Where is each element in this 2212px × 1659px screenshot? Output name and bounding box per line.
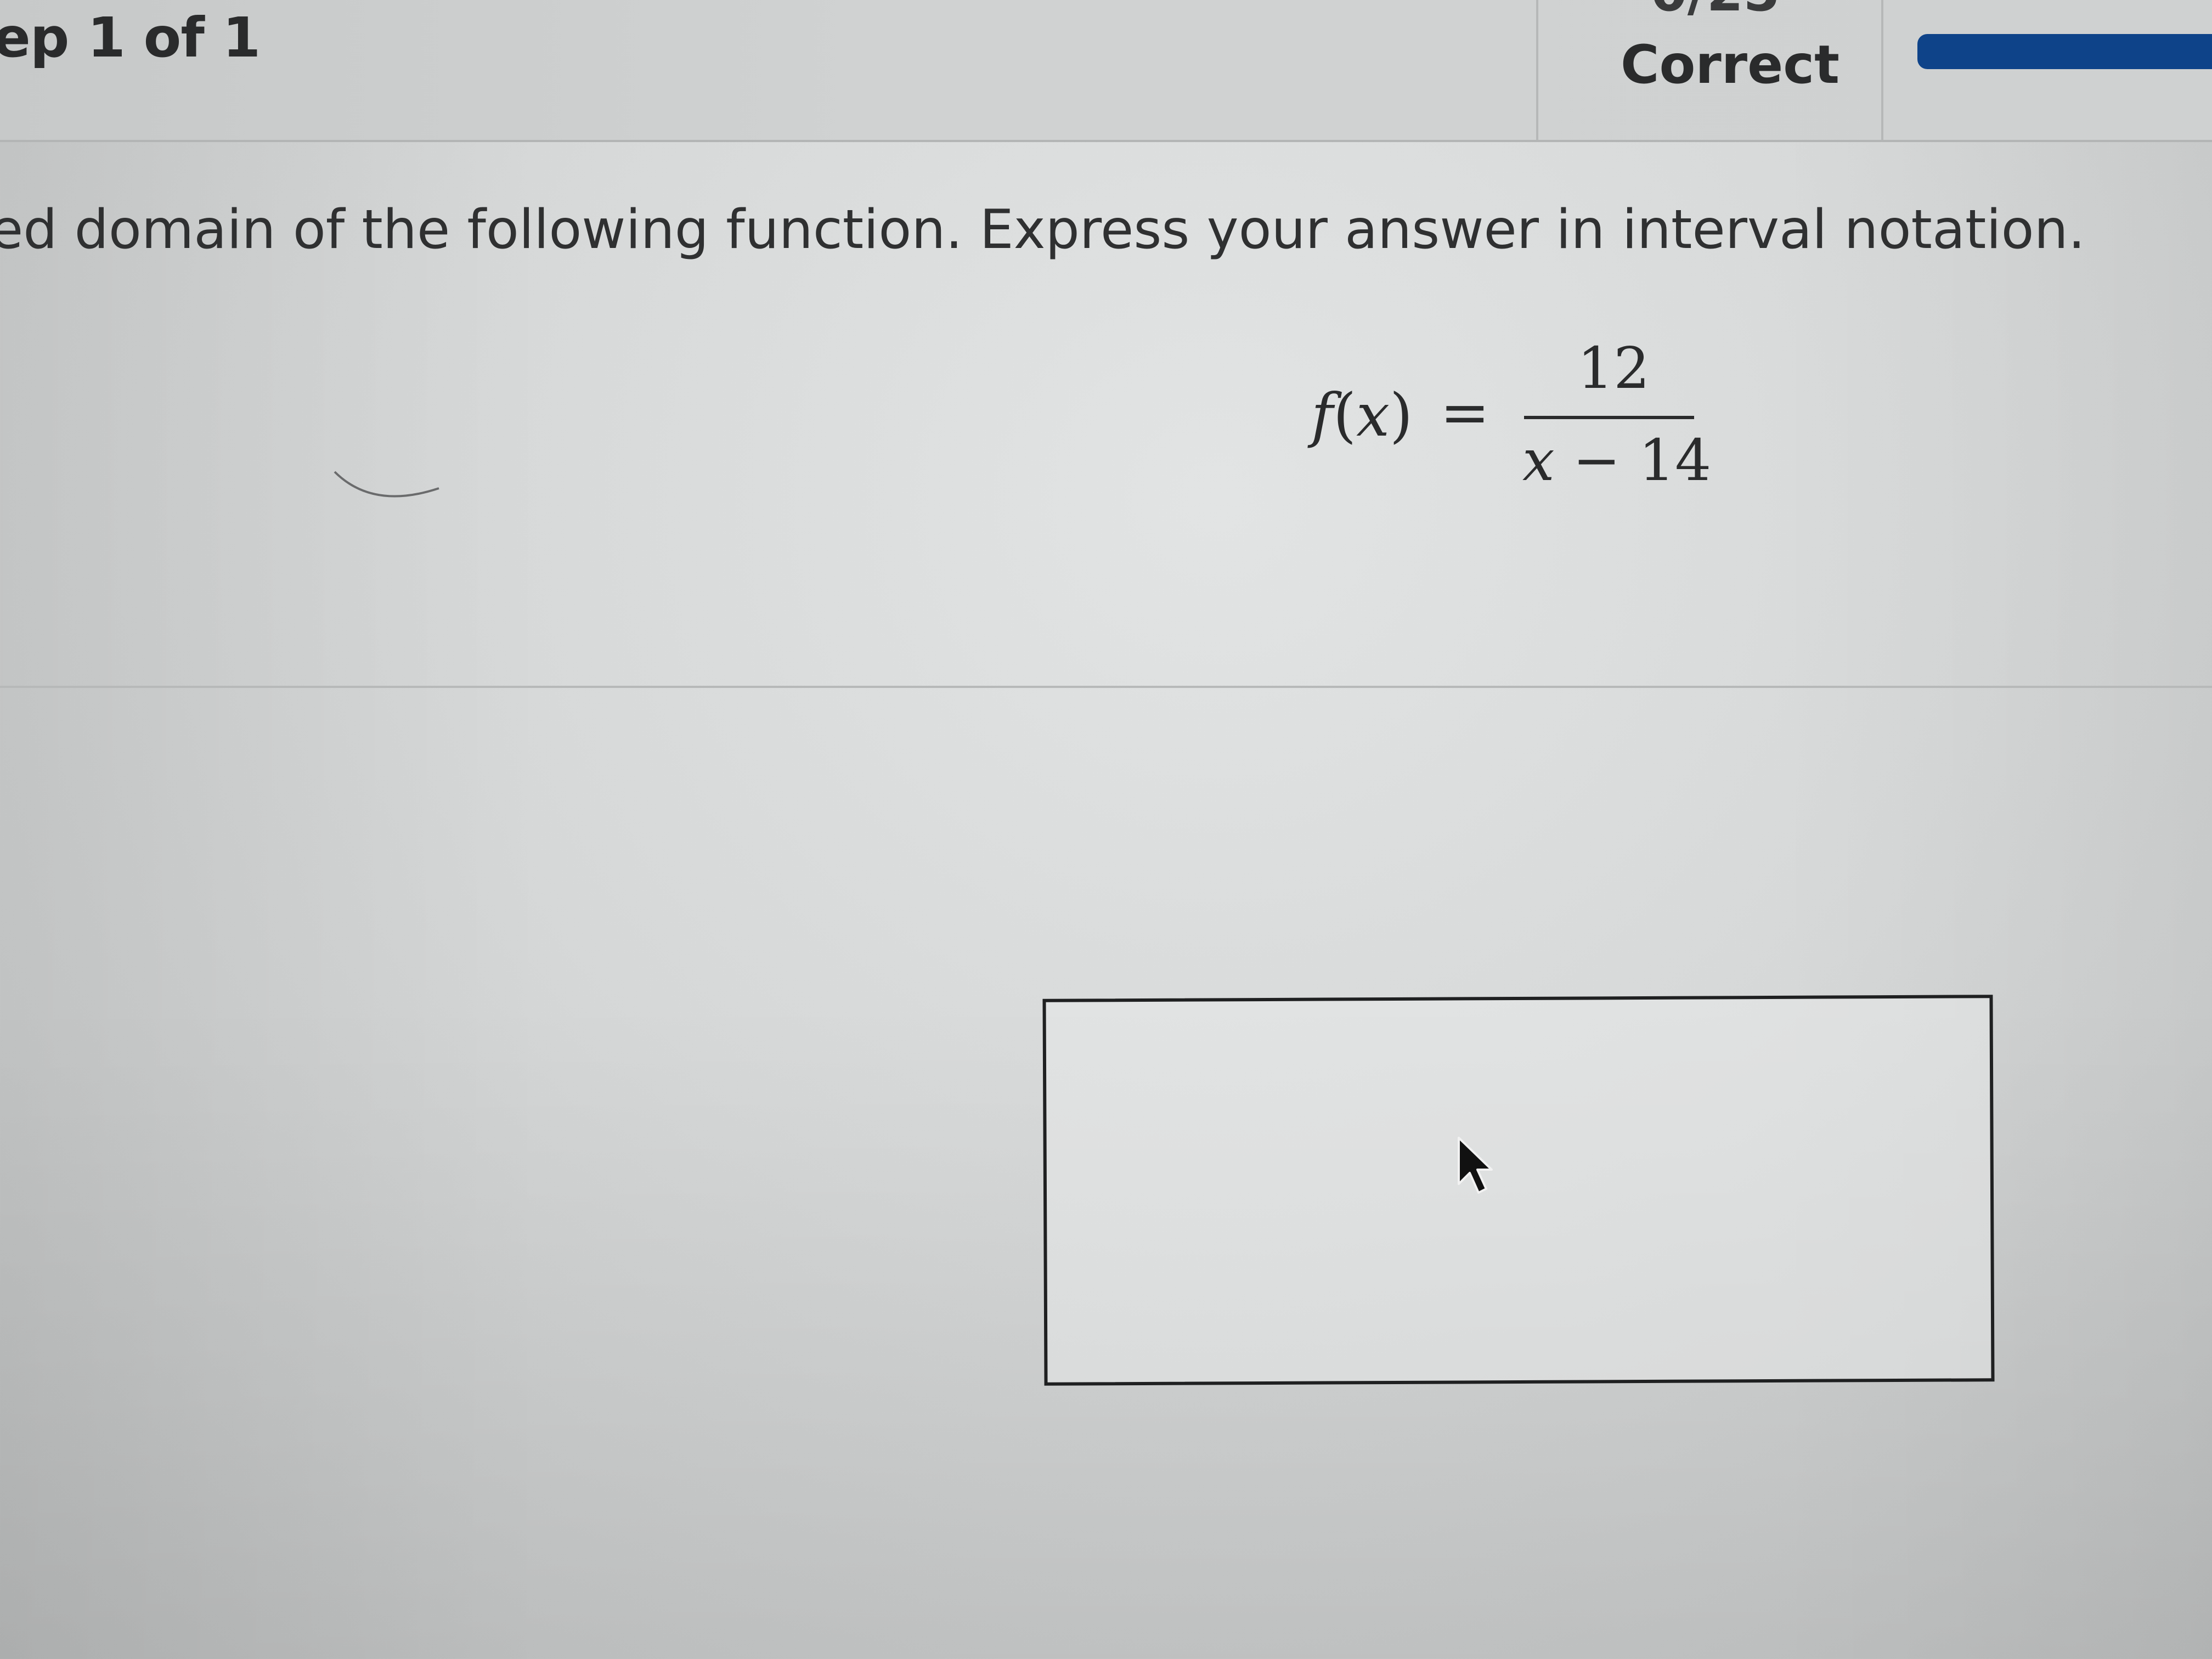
question-prompt: ed domain of the following function. Exp… bbox=[0, 199, 2085, 261]
mouse-pointer-icon bbox=[1458, 1137, 1493, 1194]
close-paren: ) bbox=[1390, 381, 1413, 450]
assignment-header: ep 1 of 1 0/25 Correct bbox=[0, 0, 2212, 142]
function-name: f bbox=[1311, 381, 1333, 450]
section-divider bbox=[0, 686, 2212, 688]
smudge-mark bbox=[334, 471, 439, 498]
denominator-constant: 14 bbox=[1638, 427, 1712, 494]
function-equation: f(x) = 12 x − 14 bbox=[1311, 335, 1711, 499]
equals-sign: = bbox=[1440, 379, 1490, 447]
score-label: Correct bbox=[1621, 34, 1839, 95]
minus-sign: − bbox=[1572, 427, 1621, 494]
denominator-variable: x bbox=[1522, 427, 1555, 494]
fraction-bar bbox=[1524, 416, 1694, 419]
fraction-denominator: x − 14 bbox=[1522, 427, 1711, 494]
progress-bar bbox=[1917, 34, 2212, 69]
score-fraction: 0/25 bbox=[1651, 0, 1780, 23]
function-variable: x bbox=[1356, 381, 1390, 450]
equation-lhs: f(x) bbox=[1311, 381, 1413, 450]
step-indicator: ep 1 of 1 bbox=[0, 5, 261, 70]
progress-bar-fill bbox=[1917, 34, 2212, 69]
answer-input[interactable] bbox=[1042, 995, 1995, 1386]
score-panel: 0/25 Correct bbox=[1536, 0, 1883, 140]
open-paren: ( bbox=[1333, 381, 1357, 450]
fraction-numerator: 12 bbox=[1577, 335, 1650, 402]
